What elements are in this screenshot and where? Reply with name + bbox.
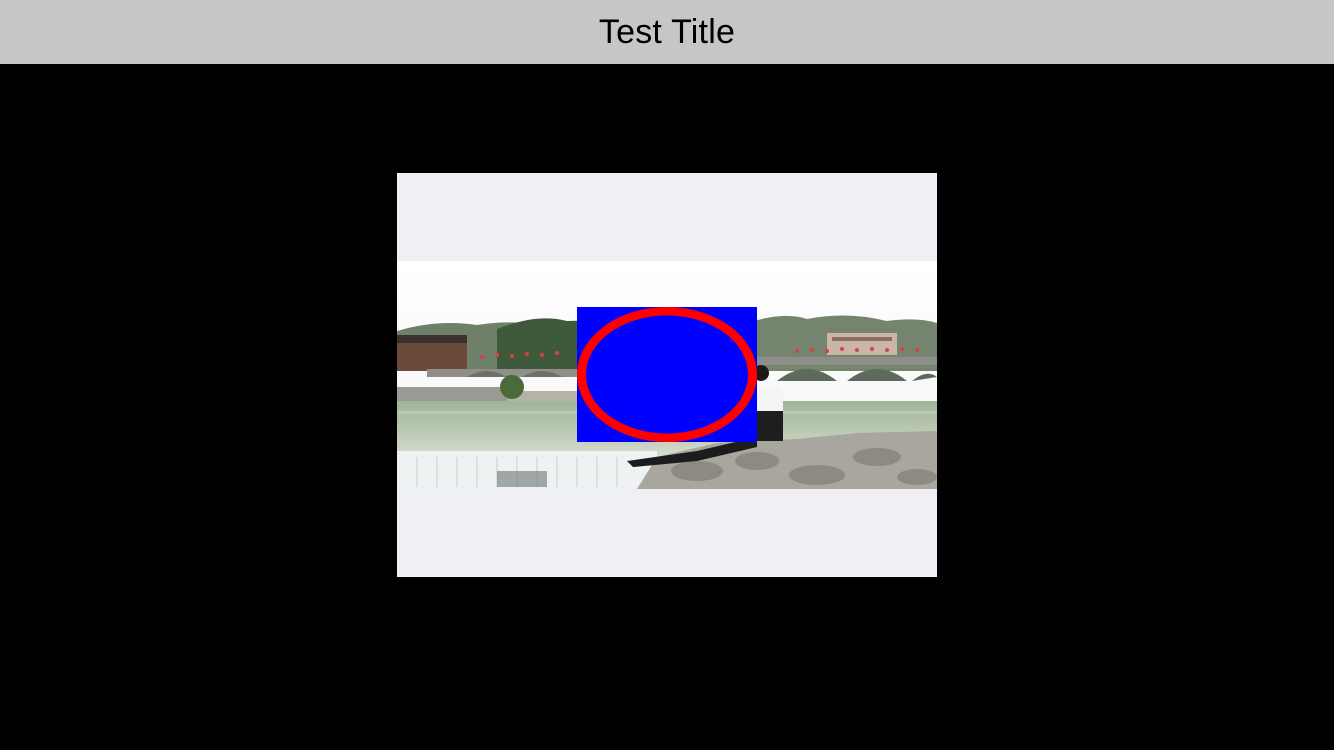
page-title: Test Title: [598, 13, 736, 51]
ellipse-overlay: [577, 307, 757, 442]
media-panel: [397, 173, 937, 577]
ellipse-shape-icon: [577, 307, 757, 442]
navigation-bar: Test Title: [0, 0, 1334, 64]
content-area: [0, 64, 1334, 750]
